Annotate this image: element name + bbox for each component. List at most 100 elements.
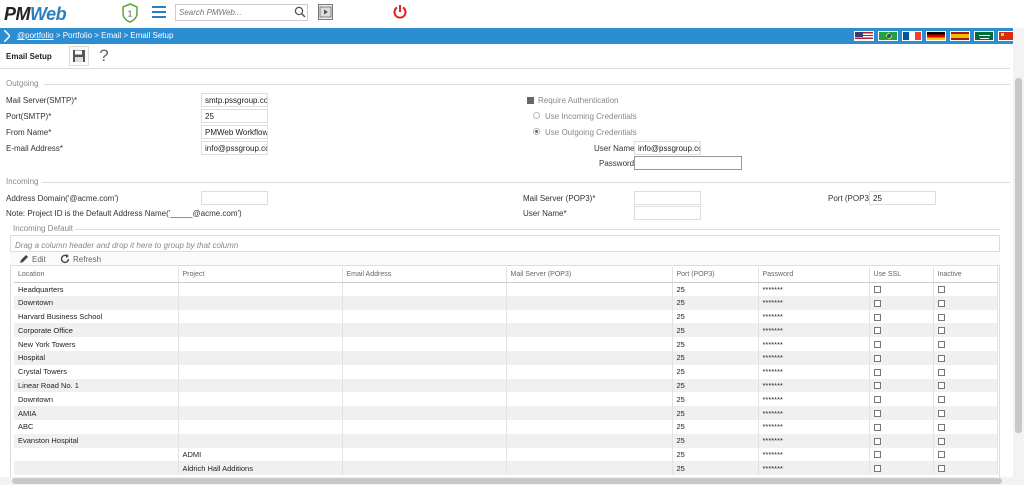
table-row[interactable]: Harvard Business School 25 *******	[14, 309, 998, 324]
column-header[interactable]: Port (POP3)	[672, 267, 759, 283]
from-name-field[interactable]: PMWeb Workflow	[201, 125, 268, 139]
use-ssl-checkbox[interactable]	[873, 437, 881, 445]
table-row[interactable]: ABC 25 *******	[14, 419, 998, 434]
cell-server	[506, 282, 673, 296]
outgoing-username-field[interactable]: info@pssgroup.com	[634, 141, 701, 155]
inactive-checkbox[interactable]	[937, 451, 945, 459]
cell-server	[506, 364, 673, 379]
save-icon[interactable]	[69, 46, 89, 66]
cell-email	[342, 378, 507, 393]
inactive-checkbox[interactable]	[937, 437, 945, 445]
search-input[interactable]	[176, 5, 288, 20]
cell-location: AMIA	[14, 406, 179, 420]
use-ssl-checkbox[interactable]	[873, 341, 881, 349]
horizontal-scrollbar[interactable]	[0, 477, 1013, 485]
video-icon[interactable]	[318, 4, 333, 20]
cell-server	[506, 419, 673, 434]
notification-shield-icon[interactable]: 1	[121, 3, 139, 23]
use-ssl-checkbox[interactable]	[873, 327, 881, 335]
table-row[interactable]: Crystal Towers 25 *******	[14, 364, 998, 379]
mail-server-smtp-field[interactable]: smtp.pssgroup.com	[201, 93, 268, 107]
port-pop3-field[interactable]: 25	[869, 191, 936, 205]
refresh-button[interactable]: Refresh	[60, 254, 101, 264]
vertical-scroll-thumb[interactable]	[1015, 78, 1022, 433]
inactive-checkbox[interactable]	[937, 354, 945, 362]
use-ssl-checkbox[interactable]	[873, 410, 881, 418]
es-flag-icon[interactable]	[950, 31, 970, 41]
inactive-checkbox[interactable]	[937, 382, 945, 390]
table-row[interactable]: Hospital 25 *******	[14, 350, 998, 365]
use-ssl-checkbox[interactable]	[873, 368, 881, 376]
use-outgoing-credentials-radio[interactable]	[533, 128, 540, 135]
table-row[interactable]: Downtown 25 *******	[14, 392, 998, 407]
table-row[interactable]: Linear Road No. 1 25 *******	[14, 378, 998, 393]
inactive-checkbox[interactable]	[937, 410, 945, 418]
cell-password: *******	[758, 282, 870, 296]
column-header[interactable]: Password	[758, 267, 870, 283]
de-flag-icon[interactable]	[926, 31, 946, 41]
table-row[interactable]: Aldrich Hall Additions 25 *******	[14, 461, 998, 476]
br-flag-icon[interactable]	[878, 31, 898, 41]
use-ssl-checkbox[interactable]	[873, 354, 881, 362]
inactive-checkbox[interactable]	[937, 313, 945, 321]
address-domain-field[interactable]	[201, 191, 268, 205]
logout-power-icon[interactable]	[392, 4, 408, 20]
outgoing-password-field[interactable]	[634, 156, 742, 170]
use-ssl-checkbox[interactable]	[873, 299, 881, 307]
inactive-checkbox[interactable]	[937, 465, 945, 473]
pmweb-logo[interactable]: PMWeb	[4, 4, 67, 25]
cell-project	[178, 309, 343, 324]
table-row[interactable]: AMIA 25 *******	[14, 406, 998, 420]
fr-flag-icon[interactable]	[902, 31, 922, 41]
port-smtp-field[interactable]: 25	[201, 109, 268, 123]
inactive-checkbox[interactable]	[937, 341, 945, 349]
use-ssl-checkbox[interactable]	[873, 382, 881, 390]
require-authentication-checkbox[interactable]	[527, 97, 534, 104]
use-ssl-checkbox[interactable]	[873, 423, 881, 431]
cell-project	[178, 337, 343, 351]
inactive-checkbox[interactable]	[937, 327, 945, 335]
mail-server-pop3-field[interactable]	[634, 191, 701, 205]
column-header[interactable]: Inactive	[933, 267, 998, 283]
incoming-default-divider	[75, 229, 1000, 230]
edit-button[interactable]: Edit	[19, 254, 46, 264]
cell-password: *******	[758, 350, 870, 365]
help-icon[interactable]: ?	[92, 46, 116, 66]
port-smtp-label: Port(SMTP)*	[6, 112, 52, 121]
group-by-drop-zone[interactable]: Drag a column header and drop it here to…	[15, 241, 238, 250]
table-row[interactable]: Evanston Hospital 25 *******	[14, 433, 998, 448]
table-row[interactable]: Downtown 25 *******	[14, 295, 998, 310]
horizontal-scroll-thumb[interactable]	[12, 478, 1002, 484]
inactive-checkbox[interactable]	[937, 299, 945, 307]
inactive-checkbox[interactable]	[937, 368, 945, 376]
table-row[interactable]: ADMI 25 *******	[14, 447, 998, 462]
cell-server	[506, 323, 673, 338]
breadcrumb-root-link[interactable]: @portfolio	[17, 31, 54, 40]
table-row[interactable]: New York Towers 25 *******	[14, 337, 998, 351]
column-header[interactable]: Email Address	[342, 267, 507, 283]
email-address-field[interactable]: info@pssgroup.com	[201, 141, 268, 155]
menu-icon[interactable]	[152, 6, 166, 18]
use-ssl-checkbox[interactable]	[873, 313, 881, 321]
column-header[interactable]: Use SSL	[869, 267, 934, 283]
use-ssl-checkbox[interactable]	[873, 286, 881, 294]
table-row[interactable]: Corporate Office 25 *******	[14, 323, 998, 338]
vertical-scrollbar[interactable]	[1013, 28, 1024, 485]
use-ssl-checkbox[interactable]	[873, 465, 881, 473]
table-row[interactable]: Headquarters 25 *******	[14, 282, 998, 296]
column-header[interactable]: Mail Server (POP3)	[506, 267, 673, 283]
use-incoming-credentials-radio[interactable]	[533, 112, 540, 119]
inactive-checkbox[interactable]	[937, 423, 945, 431]
inactive-checkbox[interactable]	[937, 286, 945, 294]
column-header[interactable]: Location	[14, 267, 179, 283]
us-flag-icon[interactable]	[854, 31, 874, 41]
incoming-username-field[interactable]	[634, 206, 701, 220]
search-icon[interactable]	[294, 6, 306, 18]
sa-flag-icon[interactable]	[974, 31, 994, 41]
use-ssl-checkbox[interactable]	[873, 451, 881, 459]
use-ssl-checkbox[interactable]	[873, 396, 881, 404]
inactive-checkbox[interactable]	[937, 396, 945, 404]
cell-project	[178, 419, 343, 434]
column-header[interactable]: Project	[178, 267, 343, 283]
divider	[0, 68, 1010, 69]
